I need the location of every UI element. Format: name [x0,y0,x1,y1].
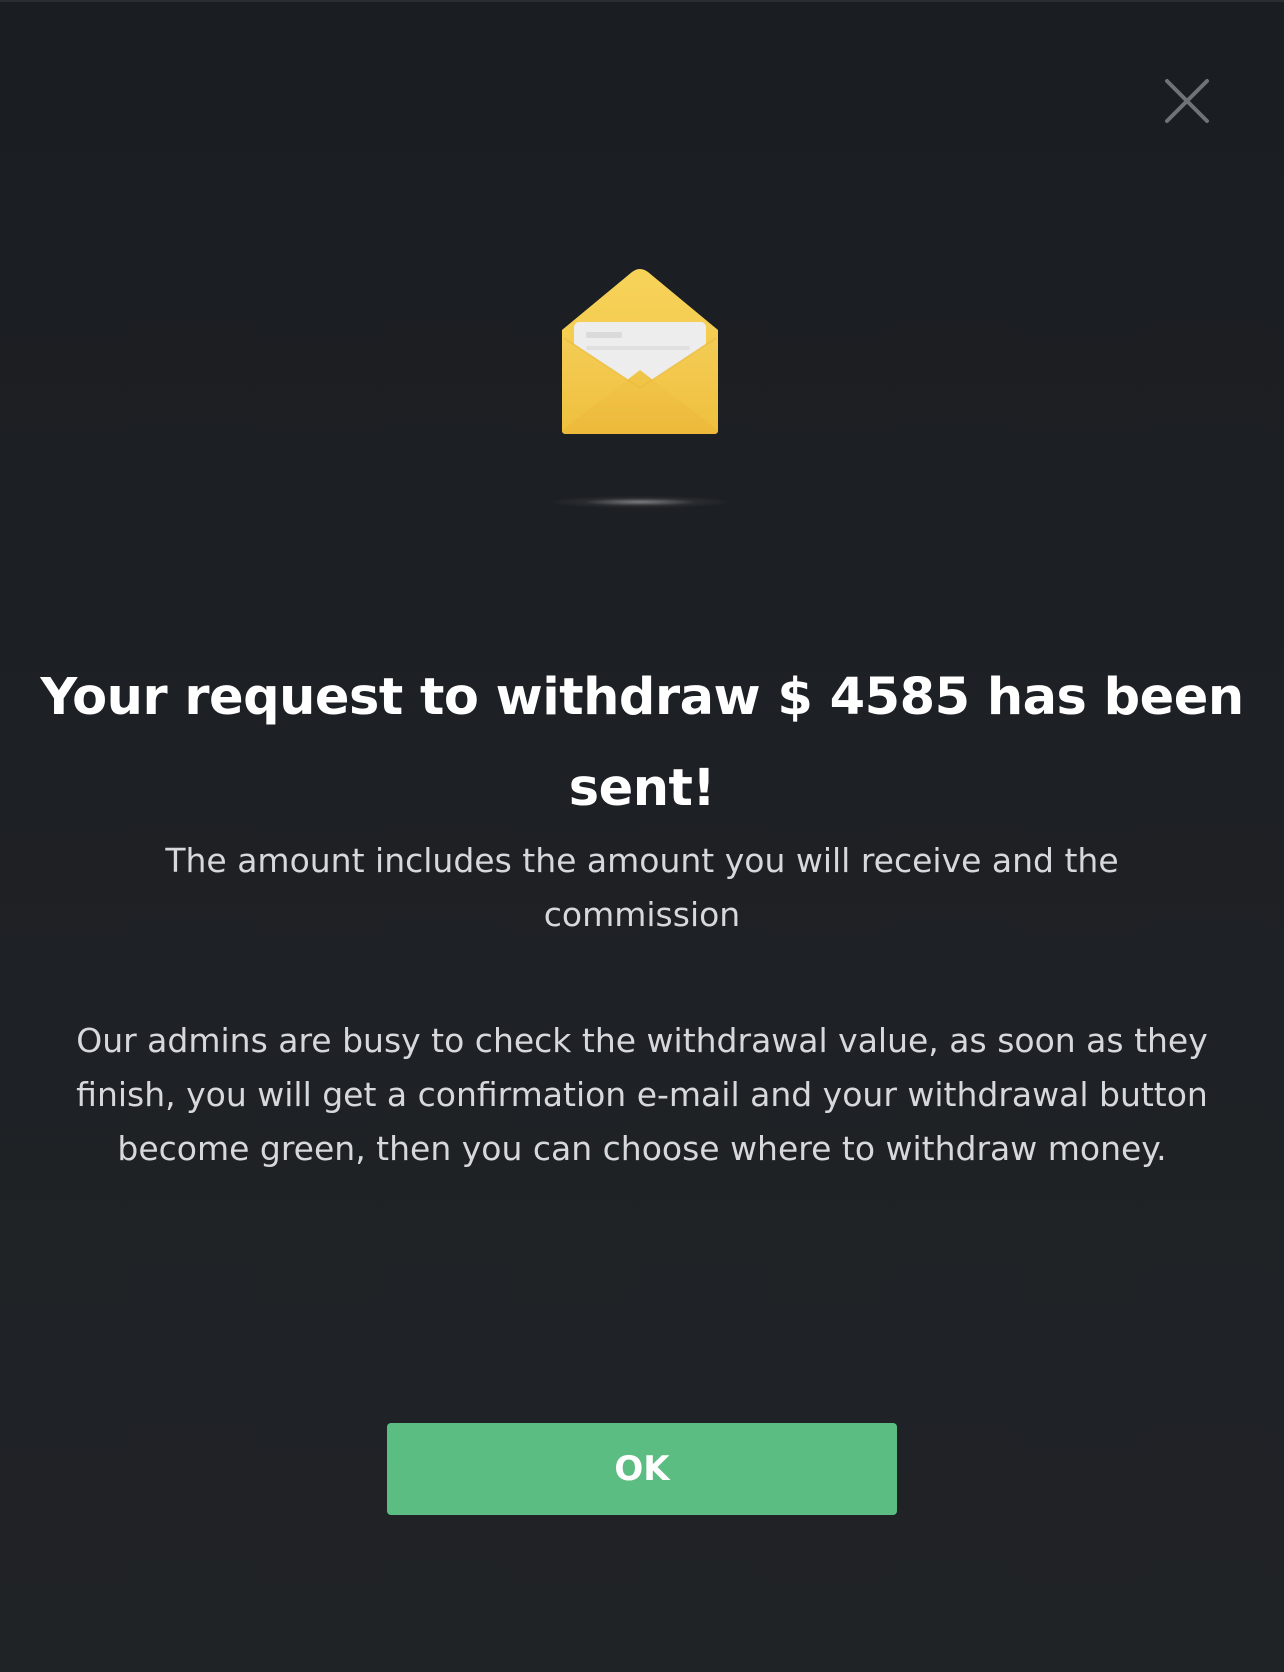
dialog-subtitle: The amount includes the amount you will … [165,841,1119,934]
close-icon [1165,79,1209,123]
envelope-shadow [552,496,728,508]
withdraw-confirmation-dialog: Your request to withdraw $ 4585 has been… [0,0,1284,1672]
dialog-message: Our admins are busy to check the withdra… [76,1021,1208,1168]
envelope-illustration [540,252,740,502]
dialog-title: Your request to withdraw $ 4585 has been… [40,668,1244,818]
ok-button[interactable]: OK [387,1423,897,1515]
open-envelope-icon [562,269,718,434]
close-button[interactable] [1162,76,1212,126]
